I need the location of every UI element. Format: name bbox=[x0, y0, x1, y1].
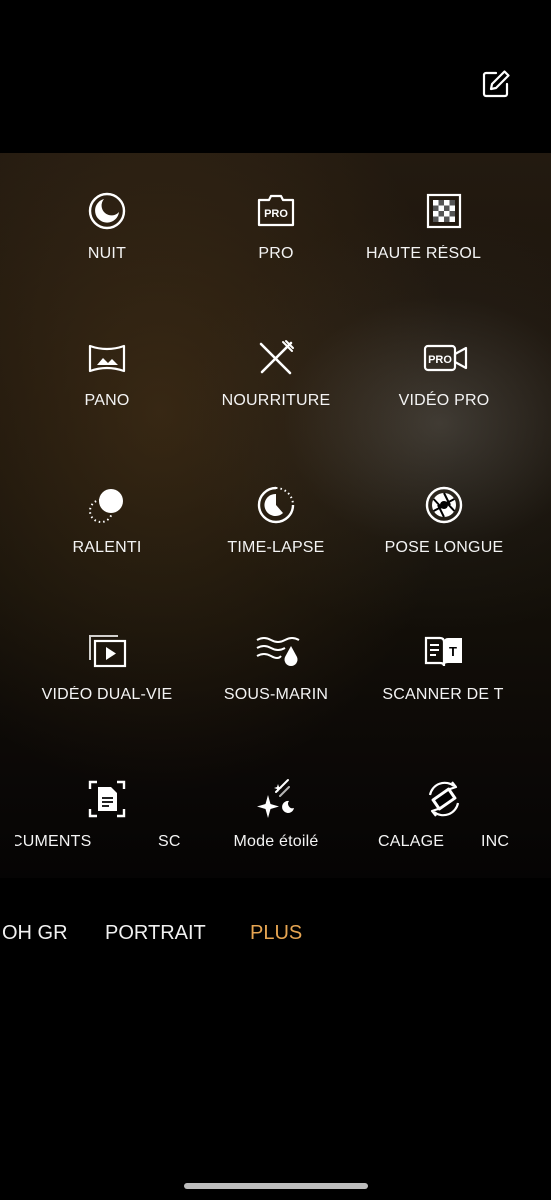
mode-dual-view-video[interactable]: VIDÉO DUAL-VIE bbox=[15, 594, 199, 704]
mode-shift-tilt[interactable]: CALAGE INC bbox=[352, 741, 536, 851]
mode-time-lapse[interactable]: TIME-LAPSE bbox=[184, 447, 368, 557]
mode-label: NOURRITURE bbox=[221, 392, 331, 409]
aperture-icon bbox=[424, 485, 464, 525]
panorama-icon bbox=[87, 338, 127, 378]
mode-night[interactable]: NUIT bbox=[15, 153, 199, 263]
home-indicator[interactable] bbox=[184, 1183, 368, 1189]
night-icon bbox=[87, 191, 127, 231]
mode-label: PANO bbox=[84, 392, 130, 409]
mode-label: PRO bbox=[258, 245, 294, 262]
mode-label: SC bbox=[158, 833, 181, 850]
mode-label: CUMENTS bbox=[15, 833, 92, 850]
top-bar bbox=[0, 0, 551, 153]
slow-motion-icon bbox=[87, 485, 127, 525]
dual-view-video-icon bbox=[87, 632, 127, 672]
mode-label: CALAGE bbox=[378, 833, 445, 850]
mode-label: VIDÉO PRO bbox=[398, 392, 490, 409]
mode-text-scanner[interactable]: T SCANNER DE T bbox=[352, 594, 536, 704]
mode-label: HAUTE RÉSOL bbox=[366, 245, 482, 262]
book-text-icon: T bbox=[424, 632, 464, 672]
video-pro-icon: PRO bbox=[423, 338, 468, 378]
svg-text:PRO: PRO bbox=[428, 354, 452, 366]
fork-knife-icon bbox=[256, 338, 296, 378]
mode-pano[interactable]: PANO bbox=[15, 300, 199, 410]
svg-text:T: T bbox=[449, 644, 457, 659]
mode-switcher: OH GR PORTRAIT PLUS bbox=[0, 918, 551, 954]
high-resolution-icon bbox=[424, 191, 464, 231]
underwater-icon bbox=[256, 632, 300, 672]
mode-video-pro[interactable]: PRO VIDÉO PRO bbox=[352, 300, 536, 410]
rotate-tilt-icon bbox=[424, 779, 464, 819]
mode-starry[interactable]: Mode étoilé bbox=[184, 741, 368, 851]
mode-slow-motion[interactable]: RALENTI bbox=[15, 447, 199, 557]
mode-label: RALENTI bbox=[72, 539, 142, 556]
mode-label: Mode étoilé bbox=[233, 833, 319, 850]
mode-long-exposure[interactable]: POSE LONGUE bbox=[352, 447, 536, 557]
mode-tab-portrait[interactable]: PORTRAIT bbox=[105, 922, 206, 945]
edit-icon[interactable] bbox=[480, 68, 512, 100]
mode-label: INC bbox=[481, 833, 510, 850]
mode-documents[interactable]: CUMENTS SC bbox=[15, 741, 199, 851]
time-lapse-icon bbox=[256, 485, 296, 525]
mode-label: SCANNER DE T bbox=[382, 686, 504, 703]
sparkle-stars-icon bbox=[256, 779, 296, 819]
mode-label: NUIT bbox=[87, 245, 127, 262]
mode-label: VIDÉO DUAL-VIE bbox=[41, 686, 173, 703]
mode-tab-left[interactable]: OH GR bbox=[2, 922, 68, 945]
mode-tab-plus[interactable]: PLUS bbox=[250, 922, 302, 945]
modes-panel: NUIT PRO PRO HAUTE RÉSOL PANO NOURRITURE… bbox=[0, 153, 551, 878]
mode-high-res[interactable]: HAUTE RÉSOL bbox=[352, 153, 536, 263]
mode-underwater[interactable]: SOUS-MARIN bbox=[184, 594, 368, 704]
svg-text:PRO: PRO bbox=[264, 208, 288, 220]
document-scan-icon bbox=[87, 779, 127, 819]
mode-label: POSE LONGUE bbox=[384, 539, 504, 556]
mode-label: SOUS-MARIN bbox=[223, 686, 329, 703]
mode-food[interactable]: NOURRITURE bbox=[184, 300, 368, 410]
mode-label: TIME-LAPSE bbox=[227, 539, 325, 556]
pro-camera-icon: PRO bbox=[256, 191, 296, 231]
mode-pro[interactable]: PRO PRO bbox=[184, 153, 368, 263]
